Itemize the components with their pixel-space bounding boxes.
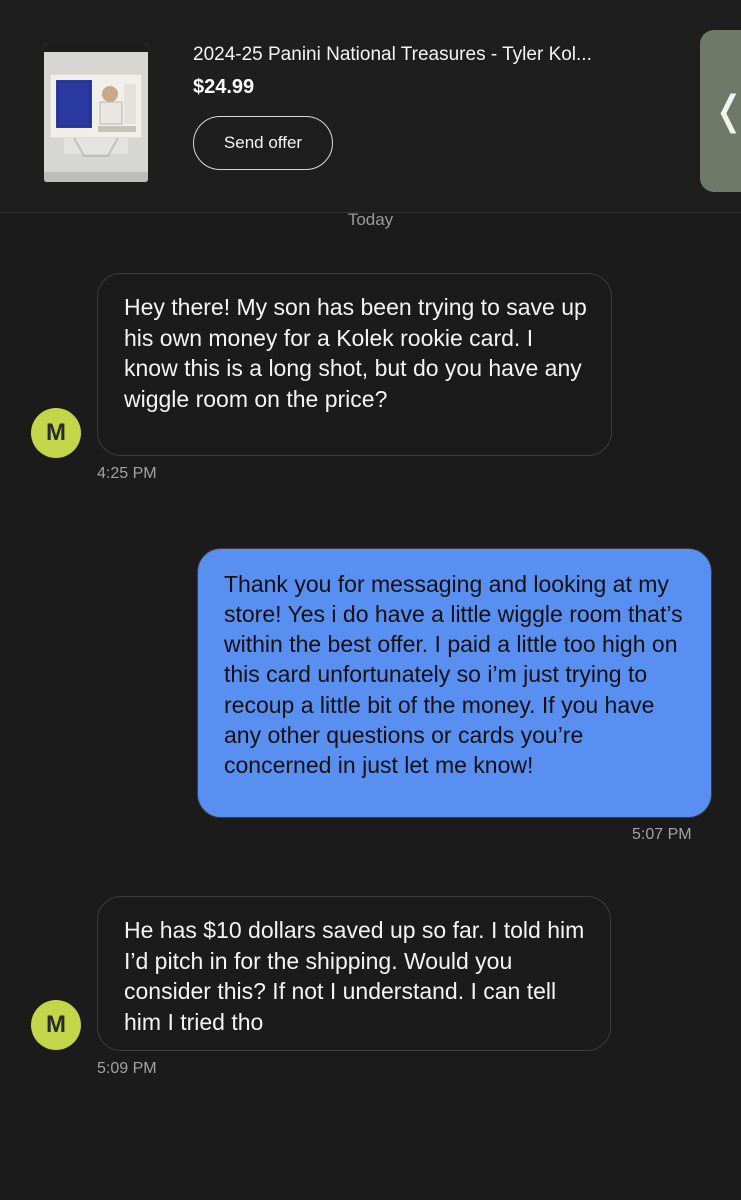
chevron-left-icon: ❬	[712, 91, 741, 131]
message-bubble-incoming[interactable]: Hey there! My son has been trying to sav…	[97, 273, 612, 456]
send-offer-button[interactable]: Send offer	[193, 116, 333, 170]
listing-price: $24.99	[193, 76, 255, 98]
message-timestamp: 4:25 PM	[97, 465, 157, 482]
avatar[interactable]: M	[31, 408, 81, 458]
message-timestamp: 5:09 PM	[97, 1060, 157, 1077]
avatar[interactable]: M	[31, 1000, 81, 1050]
date-divider: Today	[347, 210, 394, 229]
message-timestamp: 5:07 PM	[632, 826, 692, 843]
listing-title[interactable]: 2024-25 Panini National Treasures - Tyle…	[193, 44, 673, 66]
side-panel-tab[interactable]: ❬	[700, 30, 741, 192]
listing-thumbnail[interactable]	[44, 44, 148, 182]
card-image	[44, 44, 148, 182]
listing-header[interactable]: 2024-25 Panini National Treasures - Tyle…	[0, 0, 741, 213]
message-bubble-incoming[interactable]: He has $10 dollars saved up so far. I to…	[97, 896, 611, 1051]
message-bubble-outgoing[interactable]: Thank you for messaging and looking at m…	[197, 548, 712, 818]
